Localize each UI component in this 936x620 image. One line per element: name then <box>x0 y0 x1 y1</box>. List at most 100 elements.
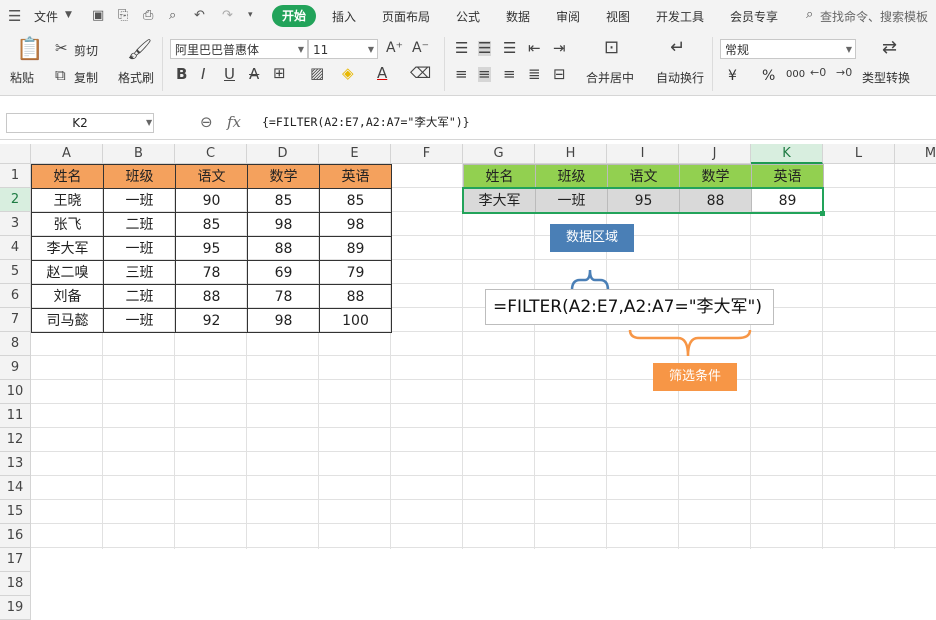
select-all-corner[interactable] <box>0 144 31 164</box>
tab-review[interactable]: 审阅 <box>556 8 580 25</box>
source-data-cell[interactable]: 赵二嗅 <box>31 260 104 285</box>
tab-data[interactable]: 数据 <box>506 8 530 25</box>
result-header-cell[interactable]: 班级 <box>535 164 608 189</box>
italic-icon[interactable]: I <box>201 67 205 82</box>
source-data-cell[interactable]: 一班 <box>103 308 176 333</box>
row-header-16[interactable]: 16 <box>0 524 31 548</box>
currency-button[interactable]: ¥ <box>728 68 737 84</box>
source-data-cell[interactable]: 98 <box>319 212 392 237</box>
row-header-13[interactable]: 13 <box>0 452 31 476</box>
source-data-cell[interactable]: 刘备 <box>31 284 104 309</box>
result-header-cell[interactable]: 数学 <box>679 164 752 189</box>
row-header-9[interactable]: 9 <box>0 356 31 380</box>
source-data-cell[interactable]: 69 <box>247 260 320 285</box>
source-header-cell[interactable]: 语文 <box>175 164 248 189</box>
column-header-d[interactable]: D <box>247 144 319 164</box>
source-data-cell[interactable]: 85 <box>319 188 392 213</box>
column-header-j[interactable]: J <box>679 144 751 164</box>
source-data-cell[interactable]: 88 <box>247 236 320 261</box>
source-data-cell[interactable]: 88 <box>175 284 248 309</box>
source-header-cell[interactable]: 班级 <box>103 164 176 189</box>
increase-font-icon[interactable]: A⁺ <box>386 41 403 55</box>
column-header-a[interactable]: A <box>31 144 103 164</box>
zoom-icon[interactable]: ⊖ <box>200 113 213 131</box>
row-header-3[interactable]: 3 <box>0 212 31 236</box>
source-data-cell[interactable]: 85 <box>247 188 320 213</box>
wrap-text-button[interactable]: 自动换行 <box>656 69 704 86</box>
row-header-1[interactable]: 1 <box>0 164 31 188</box>
row-header-17[interactable]: 17 <box>0 548 31 572</box>
row-header-8[interactable]: 8 <box>0 332 31 356</box>
row-header-5[interactable]: 5 <box>0 260 31 284</box>
column-header-e[interactable]: E <box>319 144 391 164</box>
result-header-cell[interactable]: 语文 <box>607 164 680 189</box>
row-header-4[interactable]: 4 <box>0 236 31 260</box>
source-data-cell[interactable]: 88 <box>319 284 392 309</box>
indent-decrease-icon[interactable]: ⇤ <box>528 41 541 56</box>
align-bottom-icon[interactable]: ☰ <box>503 41 516 56</box>
cut-button[interactable]: 剪切 <box>74 42 98 59</box>
column-header-g[interactable]: G <box>463 144 535 164</box>
type-convert-button[interactable]: 类型转换 <box>862 69 910 86</box>
tab-developer[interactable]: 开发工具 <box>656 8 704 25</box>
tab-member[interactable]: 会员专享 <box>730 8 778 25</box>
thousands-button[interactable]: 000 <box>786 69 805 80</box>
source-data-cell[interactable]: 85 <box>175 212 248 237</box>
result-header-cell[interactable]: 姓名 <box>463 164 536 189</box>
row-header-19[interactable]: 19 <box>0 596 31 620</box>
source-data-cell[interactable]: 司马懿 <box>31 308 104 333</box>
fill-handle[interactable] <box>820 211 825 216</box>
source-data-cell[interactable]: 90 <box>175 188 248 213</box>
indent-increase-icon[interactable]: ⇥ <box>553 41 566 56</box>
row-header-2[interactable]: 2 <box>0 188 31 212</box>
name-box[interactable]: K2 <box>6 113 154 133</box>
more-icon[interactable]: ▾ <box>248 10 253 20</box>
row-header-14[interactable]: 14 <box>0 476 31 500</box>
column-header-i[interactable]: I <box>607 144 679 164</box>
formula-input[interactable]: {=FILTER(A2:E7,A2:A7="李大军")} <box>262 113 932 133</box>
source-header-cell[interactable]: 姓名 <box>31 164 104 189</box>
copy-icon[interactable]: ⧉ <box>55 68 66 83</box>
row-header-12[interactable]: 12 <box>0 428 31 452</box>
align-top-icon[interactable]: ☰ <box>455 41 468 56</box>
row-header-18[interactable]: 18 <box>0 572 31 596</box>
result-header-cell[interactable]: 英语 <box>751 164 824 189</box>
justify-icon[interactable]: ≣ <box>528 67 541 82</box>
print-icon[interactable]: ⎙ <box>143 8 153 23</box>
source-data-cell[interactable]: 92 <box>175 308 248 333</box>
source-data-cell[interactable]: 张飞 <box>31 212 104 237</box>
bold-icon[interactable]: B <box>176 67 187 82</box>
merge-center-icon[interactable]: ⊡ <box>604 39 619 57</box>
row-header-11[interactable]: 11 <box>0 404 31 428</box>
paste-icon[interactable]: 📋 <box>16 39 43 61</box>
clear-format-icon[interactable]: ⌫ <box>410 66 431 81</box>
source-data-cell[interactable]: 89 <box>319 236 392 261</box>
chevron-down-icon[interactable]: ▼ <box>146 118 152 127</box>
file-menu[interactable]: 文件 <box>34 8 58 25</box>
underline-icon[interactable]: U <box>224 67 235 82</box>
source-data-cell[interactable]: 79 <box>319 260 392 285</box>
hamburger-icon[interactable]: ☰ <box>8 7 21 25</box>
format-painter-button[interactable]: 格式刷 <box>118 69 154 86</box>
source-data-cell[interactable]: 100 <box>319 308 392 333</box>
row-header-6[interactable]: 6 <box>0 284 31 308</box>
row-header-7[interactable]: 7 <box>0 308 31 332</box>
font-color-icon[interactable]: A <box>377 66 387 81</box>
tab-formulas[interactable]: 公式 <box>456 8 480 25</box>
align-left-icon[interactable]: ≡ <box>455 67 468 82</box>
decrease-font-icon[interactable]: A⁻ <box>412 41 429 55</box>
row-header-10[interactable]: 10 <box>0 380 31 404</box>
save-icon[interactable]: ▣ <box>92 8 104 23</box>
column-header-c[interactable]: C <box>175 144 247 164</box>
column-header-m[interactable]: M <box>895 144 936 164</box>
print-preview-icon[interactable]: ⌕ <box>169 8 176 23</box>
merge-center-button[interactable]: 合并居中 <box>586 69 634 86</box>
decrease-decimal-icon[interactable]: →0 <box>836 67 852 78</box>
font-name-select[interactable]: 阿里巴巴普惠体 ▼ <box>170 39 308 59</box>
source-data-cell[interactable]: 95 <box>175 236 248 261</box>
source-data-cell[interactable]: 王晓 <box>31 188 104 213</box>
chevron-down-icon[interactable]: ▼ <box>65 10 72 20</box>
align-middle-icon[interactable]: ☰ <box>478 41 492 56</box>
column-header-f[interactable]: F <box>391 144 463 164</box>
distributed-icon[interactable]: ⊟ <box>553 67 566 82</box>
